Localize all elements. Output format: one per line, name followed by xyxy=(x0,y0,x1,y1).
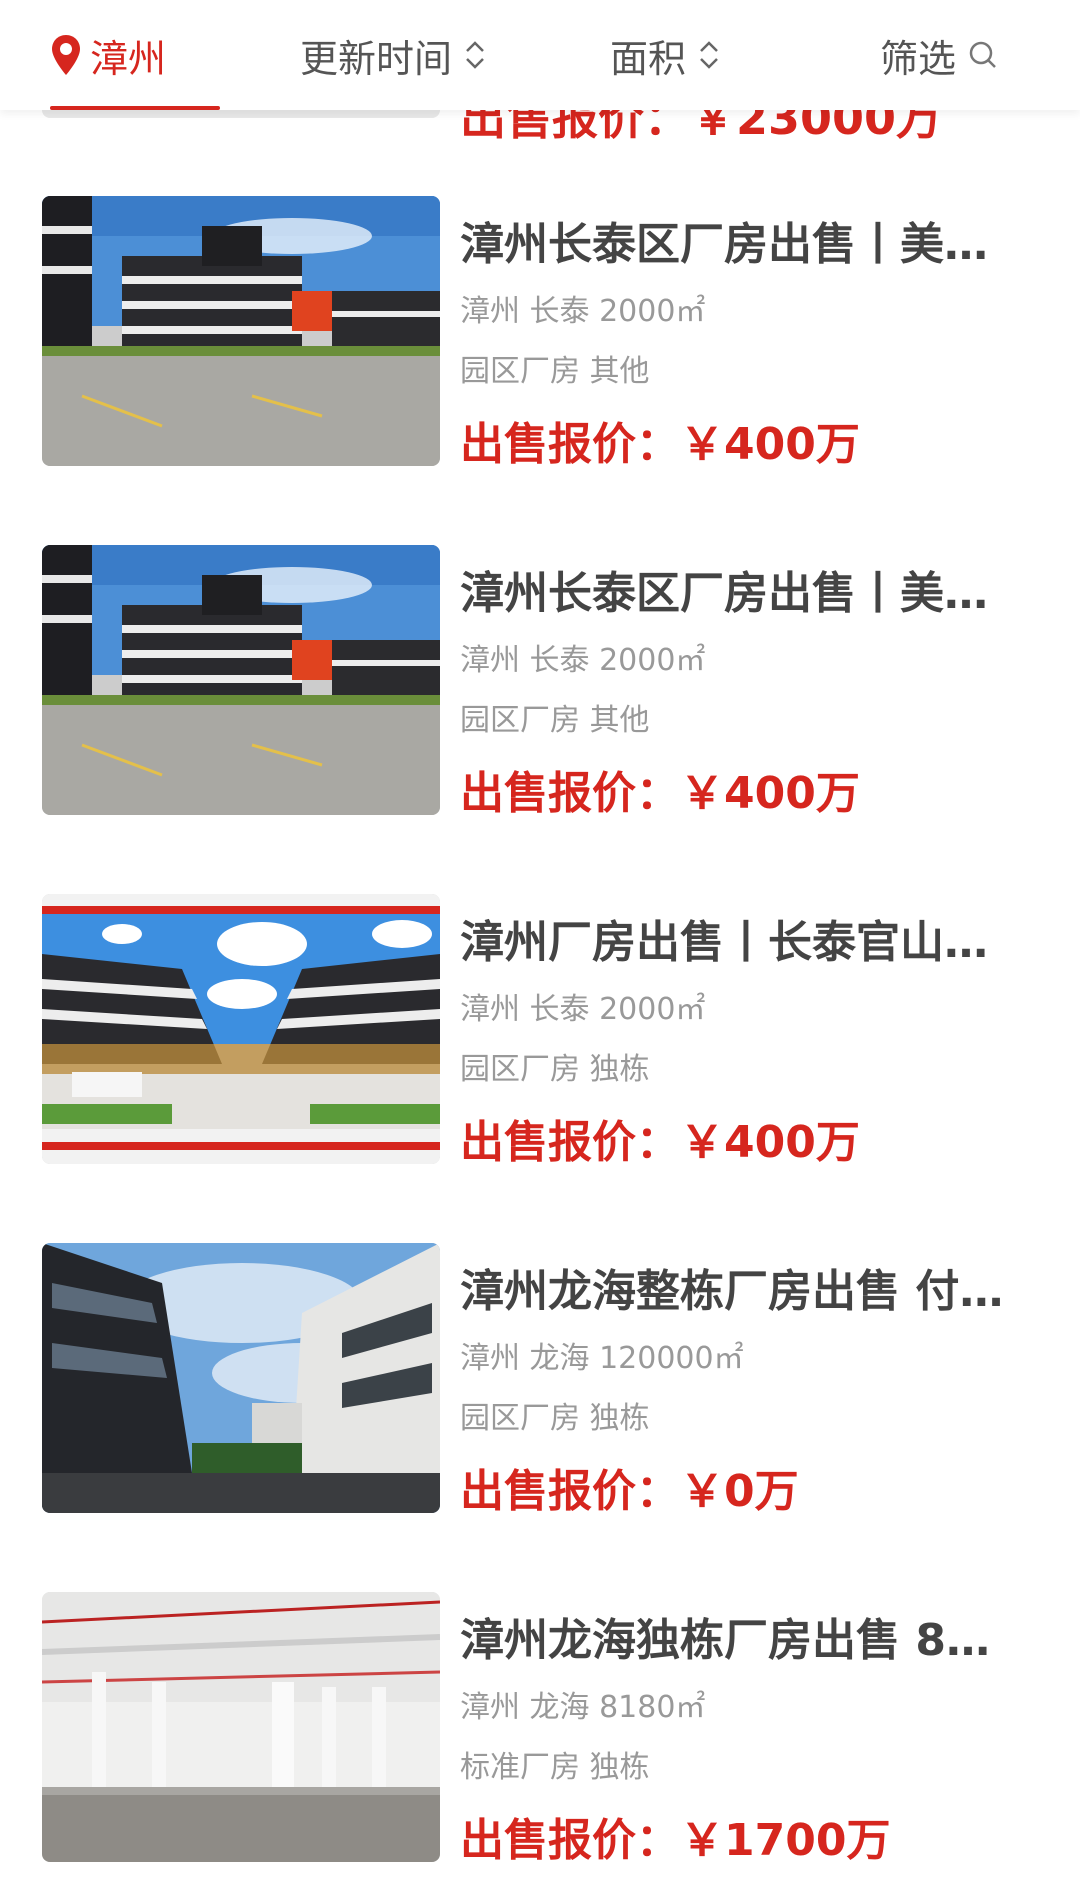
listing-item[interactable]: 漳州龙海独栋厂房出售 80… 漳州 龙海 8180㎡ 标准厂房 独栋 出售报价：… xyxy=(0,1592,1080,1882)
listing-item[interactable]: 漳州长泰区厂房出售丨美… 漳州 长泰 2000㎡ 园区厂房 其他 出售报价：￥4… xyxy=(0,545,1080,835)
listing-title: 漳州厂房出售丨长泰官山… xyxy=(460,917,988,968)
sort-update-time[interactable]: 更新时间 xyxy=(300,0,486,110)
listing-item[interactable]: 漳州长泰区厂房出售丨美… 漳州 长泰 2000㎡ 园区厂房 其他 出售报价：￥4… xyxy=(0,196,1080,486)
listing-thumbnail[interactable] xyxy=(42,545,440,815)
area-label: 面积 xyxy=(610,36,687,81)
listing-info: 漳州龙海整栋厂房出售 付… 漳州 龙海 120000㎡ 园区厂房 独栋 出售报价… xyxy=(460,1263,1020,1521)
sort-area[interactable]: 面积 xyxy=(610,0,720,110)
listing-category: 标准厂房 独栋 xyxy=(460,1750,650,1785)
listing-title: 漳州龙海整栋厂房出售 付… xyxy=(460,1266,1004,1317)
listing-item[interactable]: 漳州厂房出售丨长泰官山… 漳州 长泰 2000㎡ 园区厂房 独栋 出售报价：￥4… xyxy=(0,894,1080,1184)
city-label: 漳州 xyxy=(90,36,167,81)
listing-location: 漳州 长泰 2000㎡ xyxy=(460,643,706,678)
listing-info: 漳州长泰区厂房出售丨美… 漳州 长泰 2000㎡ 园区厂房 其他 出售报价：￥4… xyxy=(460,216,1020,474)
listing-item[interactable]: 漳州龙海整栋厂房出售 付… 漳州 龙海 120000㎡ 园区厂房 独栋 出售报价… xyxy=(0,1243,1080,1533)
listing-thumbnail[interactable] xyxy=(42,1592,440,1862)
sort-arrows-icon xyxy=(700,41,718,69)
listing-info: 漳州厂房出售丨长泰官山… 漳州 长泰 2000㎡ 园区厂房 独栋 出售报价：￥4… xyxy=(460,914,1020,1172)
listing-location: 漳州 长泰 2000㎡ xyxy=(460,992,706,1027)
listing-title: 漳州长泰区厂房出售丨美… xyxy=(460,568,988,619)
update-time-label: 更新时间 xyxy=(300,36,453,81)
listing-price: 出售报价：￥400万 xyxy=(460,1117,860,1168)
listing-category: 园区厂房 其他 xyxy=(460,354,650,389)
listing-location: 漳州 龙海 8180㎡ xyxy=(460,1690,706,1725)
listing-price: 出售报价：￥1700万 xyxy=(460,1815,891,1866)
listing-thumbnail[interactable] xyxy=(42,894,440,1164)
sort-arrows-icon xyxy=(466,41,484,69)
listing-title: 漳州长泰区厂房出售丨美… xyxy=(460,219,988,270)
listing-thumbnail[interactable] xyxy=(42,196,440,466)
listing-thumbnail[interactable] xyxy=(42,1243,440,1513)
listing-info: 漳州龙海独栋厂房出售 80… 漳州 龙海 8180㎡ 标准厂房 独栋 出售报价：… xyxy=(460,1612,1020,1870)
listing-category: 园区厂房 独栋 xyxy=(460,1401,650,1436)
location-pin-icon xyxy=(52,35,80,75)
search-icon xyxy=(969,41,996,68)
listing-price: 出售报价：￥0万 xyxy=(460,1466,799,1517)
city-selector[interactable]: 漳州 xyxy=(50,0,220,110)
listing-location: 漳州 长泰 2000㎡ xyxy=(460,294,706,329)
filter-bar: 漳州 更新时间 面积 筛选 xyxy=(0,0,1080,110)
listing-category: 园区厂房 独栋 xyxy=(460,1052,650,1087)
listing-info: 漳州长泰区厂房出售丨美… 漳州 长泰 2000㎡ 园区厂房 其他 出售报价：￥4… xyxy=(460,565,1020,823)
listing-price: 出售报价：￥400万 xyxy=(460,768,860,819)
listing-category: 园区厂房 其他 xyxy=(460,703,650,738)
listing-title: 漳州龙海独栋厂房出售 80… xyxy=(460,1615,1020,1666)
filter-label: 筛选 xyxy=(880,36,957,81)
listing-location: 漳州 龙海 120000㎡ xyxy=(460,1341,744,1376)
listing-price: 出售报价：￥400万 xyxy=(460,419,860,470)
active-tab-indicator xyxy=(50,106,220,110)
filter-button[interactable]: 筛选 xyxy=(880,0,998,110)
